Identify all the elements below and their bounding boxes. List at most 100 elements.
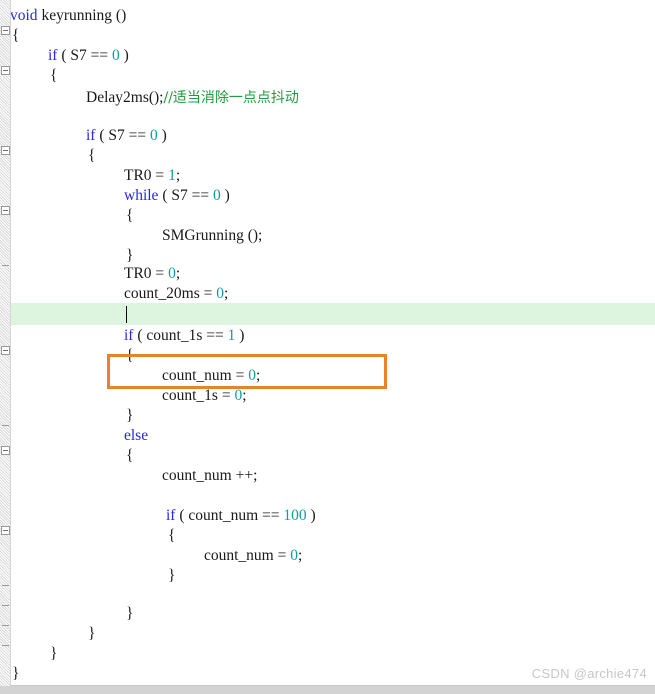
- bottom-scrollbar[interactable]: [0, 686, 655, 694]
- code-token-id: ( S7 ==: [95, 127, 150, 144]
- watermark-label: CSDN @archie474: [531, 666, 647, 681]
- fold-marker-function-body[interactable]: [1, 26, 10, 35]
- code-token-cmt: //适当消除一点点抖动: [163, 90, 299, 106]
- code-token-id: ): [306, 507, 316, 524]
- code-token-punc: {: [126, 347, 134, 364]
- code-token-kw: else: [124, 427, 149, 444]
- code-token-id: ): [220, 187, 230, 204]
- code-token-kw: void: [10, 7, 38, 24]
- code-token-id: count_num ++;: [162, 467, 258, 484]
- code-token-id: Delay2ms();: [86, 89, 164, 106]
- code-line: }: [0, 406, 133, 426]
- code-line: count_num = 0;: [0, 546, 302, 566]
- fold-marker-if-count-1s[interactable]: [1, 346, 10, 355]
- code-line: void keyrunning (): [0, 6, 126, 26]
- code-token-id: keyrunning (): [37, 7, 127, 24]
- fold-marker-if-s7-outer[interactable]: [1, 66, 10, 75]
- code-text-area[interactable]: void keyrunning (){if ( S7 == 0 ){Delay2…: [0, 0, 655, 686]
- code-token-kw: while: [124, 187, 159, 204]
- code-line: count_num = 0;: [0, 366, 260, 386]
- code-line: Delay2ms();//适当消除一点点抖动: [0, 88, 299, 108]
- code-token-id: ( S7 ==: [158, 187, 213, 204]
- code-token-id: ( S7 ==: [57, 47, 112, 64]
- code-token-id: count_1s =: [162, 387, 235, 404]
- code-line: }: [0, 246, 133, 266]
- fold-marker-if-count-num-100[interactable]: [1, 526, 10, 535]
- code-token-punc: {: [168, 527, 176, 544]
- code-token-id: count_num =: [162, 367, 249, 384]
- fold-guide-tick: [2, 605, 9, 606]
- code-line: while ( S7 == 0 ): [0, 186, 230, 206]
- code-line: {: [0, 526, 175, 546]
- code-token-id: ): [235, 327, 245, 344]
- code-folding-gutter[interactable]: [0, 0, 10, 686]
- code-token-id: ;: [255, 367, 261, 384]
- code-token-id: ;: [297, 547, 303, 564]
- code-token-punc: }: [126, 407, 134, 424]
- fold-guide-tick: [2, 425, 9, 426]
- fold-guide-tick: [2, 585, 9, 586]
- code-line: SMGrunning ();: [0, 226, 262, 246]
- code-line: count_20ms = 0;: [0, 284, 228, 304]
- code-token-id: count_20ms =: [124, 285, 217, 302]
- code-line: else: [0, 426, 148, 446]
- code-token-punc: }: [88, 625, 96, 642]
- code-token-num: 100: [283, 507, 307, 524]
- fold-guide-tick: [2, 625, 9, 626]
- fold-marker-else-block[interactable]: [1, 446, 10, 455]
- code-line: }: [0, 624, 95, 644]
- code-token-num: 0: [216, 285, 225, 302]
- code-line: {: [0, 146, 95, 166]
- code-token-num: 0: [149, 127, 158, 144]
- code-token-num: 0: [248, 367, 256, 384]
- code-line: {: [0, 446, 133, 466]
- fold-marker-while-s7[interactable]: [1, 206, 10, 215]
- code-line: if ( count_1s == 1 ): [0, 326, 244, 346]
- code-line: }: [0, 604, 133, 624]
- code-line: {: [0, 206, 133, 226]
- code-token-id: ( count_1s ==: [133, 327, 228, 344]
- code-token-num: 0: [212, 187, 221, 204]
- code-token-num: 1: [168, 167, 176, 184]
- code-token-id: SMGrunning ();: [162, 227, 263, 244]
- code-token-num: 0: [168, 265, 176, 282]
- code-token-punc: }: [50, 645, 58, 662]
- code-editor-window: void keyrunning (){if ( S7 == 0 ){Delay2…: [0, 0, 655, 694]
- code-token-punc: {: [88, 147, 96, 164]
- code-line: {: [0, 346, 133, 366]
- code-token-id: ;: [224, 285, 229, 302]
- code-token-punc: {: [126, 447, 134, 464]
- fold-marker-if-s7-inner[interactable]: [1, 146, 10, 155]
- code-token-punc: }: [12, 665, 20, 682]
- code-token-id: ;: [175, 265, 181, 282]
- code-token-id: ( count_num ==: [175, 507, 284, 524]
- code-line: count_num ++;: [0, 466, 257, 486]
- code-line: TR0 = 0;: [0, 264, 180, 284]
- gutter-separator: [10, 0, 11, 686]
- fold-guide-tick: [2, 645, 9, 646]
- code-line: if ( count_num == 100 ): [0, 506, 316, 526]
- code-line: TR0 = 1;: [0, 166, 180, 186]
- code-line: if ( S7 == 0 ): [0, 126, 167, 146]
- code-token-punc: {: [126, 207, 134, 224]
- code-token-id: TR0 =: [124, 265, 169, 282]
- code-line: }: [0, 566, 175, 586]
- code-token-punc: }: [126, 605, 134, 622]
- code-token-id: count_num =: [204, 547, 291, 564]
- code-line: if ( S7 == 0 ): [0, 46, 129, 66]
- code-token-punc: {: [12, 27, 20, 44]
- code-token-id: ): [157, 127, 167, 144]
- fold-guide-tick: [2, 265, 9, 266]
- text-caret: [126, 306, 127, 323]
- code-token-id: ): [119, 47, 129, 64]
- code-token-id: ;: [175, 167, 181, 184]
- code-token-punc: }: [126, 247, 134, 264]
- code-token-num: 0: [290, 547, 298, 564]
- code-token-id: ;: [242, 387, 247, 404]
- code-line: count_1s = 0;: [0, 386, 247, 406]
- code-token-num: 0: [111, 47, 120, 64]
- code-token-id: TR0 =: [124, 167, 169, 184]
